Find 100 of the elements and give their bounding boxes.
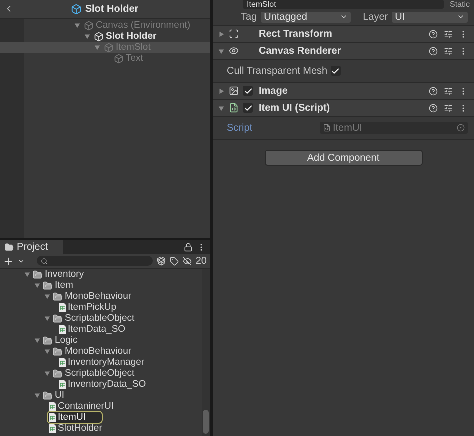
add-icon[interactable] xyxy=(3,256,14,266)
folder-icon xyxy=(33,270,43,280)
layer-label: Layer xyxy=(363,12,388,22)
foldout-arrow-icon[interactable] xyxy=(34,282,41,289)
preset-icon[interactable] xyxy=(444,104,453,112)
property-checkbox[interactable] xyxy=(330,66,341,76)
script-file-icon xyxy=(59,325,66,334)
static-label: Static xyxy=(450,0,470,9)
folder-icon xyxy=(53,368,63,378)
foldout-arrow-icon[interactable] xyxy=(94,44,101,51)
add-component-button[interactable]: Add Component xyxy=(264,150,422,166)
folder-icon xyxy=(53,292,63,302)
foldout-arrow-icon[interactable] xyxy=(218,104,225,112)
folder-icon xyxy=(43,280,53,290)
folder-item[interactable]: Item xyxy=(55,280,74,291)
script-file-icon xyxy=(49,424,56,433)
foldout-arrow-icon[interactable] xyxy=(84,33,91,40)
cube-icon xyxy=(114,54,124,64)
rect-transform-icon xyxy=(229,29,239,39)
dropdown-icon[interactable] xyxy=(18,258,25,264)
script-item[interactable]: ItemData_SO xyxy=(57,323,129,336)
folder-item[interactable]: UI xyxy=(55,390,64,401)
foldout-arrow-icon[interactable] xyxy=(74,22,81,29)
cube-icon xyxy=(104,42,114,52)
foldout-arrow-icon[interactable] xyxy=(44,293,51,300)
component-header[interactable]: Image xyxy=(213,83,474,100)
help-icon[interactable] xyxy=(429,104,438,112)
component-header[interactable]: Item UI (Script) xyxy=(213,100,474,117)
cube-icon xyxy=(84,20,94,30)
object-picker-icon[interactable] xyxy=(457,124,465,132)
property-label: Script xyxy=(227,122,254,134)
component-header[interactable]: Rect Transform xyxy=(213,26,474,43)
folder-item[interactable]: MonoBehaviour xyxy=(65,346,132,357)
preset-icon[interactable] xyxy=(444,30,453,38)
script-item[interactable]: InventoryManager xyxy=(57,356,148,369)
foldout-arrow-icon[interactable] xyxy=(44,315,51,322)
preset-icon[interactable] xyxy=(444,46,453,56)
script-file-icon xyxy=(49,402,56,411)
eye-icon xyxy=(229,46,239,56)
script-item[interactable]: SlotHolder xyxy=(47,422,106,435)
script-file-icon xyxy=(229,103,239,113)
foldout-arrow-icon[interactable] xyxy=(218,48,225,54)
foldout-arrow-icon[interactable] xyxy=(218,30,225,38)
enable-checkbox[interactable] xyxy=(243,103,253,113)
image-icon xyxy=(229,86,239,96)
foldout-arrow-icon[interactable] xyxy=(24,271,31,278)
name-field[interactable]: ItemSlot xyxy=(243,0,444,9)
script-file-icon xyxy=(323,124,331,132)
folder-item[interactable]: Logic xyxy=(55,335,78,346)
project-tab[interactable]: Project xyxy=(0,240,63,254)
scrollbar[interactable] xyxy=(202,269,210,436)
layer-dropdown[interactable]: UI xyxy=(392,12,468,22)
help-icon[interactable] xyxy=(429,86,438,96)
component-title: Rect Transform xyxy=(259,28,332,40)
foldout-arrow-icon[interactable] xyxy=(44,348,51,355)
script-file-icon xyxy=(59,358,66,367)
dropdown-icon xyxy=(457,13,465,21)
script-item[interactable]: InventoryData_SO xyxy=(57,378,150,391)
foldout-arrow-icon[interactable] xyxy=(218,88,225,94)
script-item[interactable]: ContaninerUI xyxy=(47,400,117,413)
hidden-count: 20 xyxy=(196,256,207,266)
component-title: Canvas Renderer xyxy=(259,46,342,56)
enable-checkbox[interactable] xyxy=(243,86,253,96)
hidden-icon[interactable] xyxy=(182,256,192,266)
search-icon xyxy=(41,258,48,264)
script-item[interactable]: ItemUI xyxy=(47,411,103,424)
folder-icon xyxy=(5,242,14,252)
script-item[interactable]: ItemPickUp xyxy=(57,301,120,314)
component-header[interactable]: Canvas Renderer xyxy=(213,43,474,60)
help-icon[interactable] xyxy=(429,46,438,56)
script-file-icon xyxy=(59,303,66,312)
help-icon[interactable] xyxy=(429,30,438,38)
folder-icon xyxy=(53,314,63,324)
foldout-arrow-icon[interactable] xyxy=(44,370,51,377)
folder-item[interactable]: Inventory xyxy=(45,269,84,280)
prefab-title: Slot Holder xyxy=(85,4,139,14)
folder-item[interactable]: MonoBehaviour xyxy=(65,291,132,302)
property-label: Cull Transparent Mesh xyxy=(227,66,328,76)
tag-icon[interactable] xyxy=(170,256,179,266)
preset-icon[interactable] xyxy=(444,86,453,96)
script-file-icon xyxy=(59,380,66,389)
folder-icon xyxy=(43,390,53,400)
cube-icon xyxy=(94,32,104,42)
dropdown-icon xyxy=(340,13,348,21)
folder-icon xyxy=(43,336,53,346)
tag-label: Tag xyxy=(241,12,258,22)
lock-icon[interactable] xyxy=(184,242,193,252)
filter-type-icon[interactable] xyxy=(156,256,166,266)
folder-icon xyxy=(53,346,63,356)
cube-icon xyxy=(71,4,82,14)
component-title: Image xyxy=(259,86,288,96)
search-field[interactable] xyxy=(37,256,153,266)
script-file-icon xyxy=(49,413,56,422)
foldout-arrow-icon[interactable] xyxy=(34,337,41,344)
hierarchy-item[interactable]: Slot Holder xyxy=(106,31,157,42)
tag-dropdown[interactable]: Untagged xyxy=(261,12,352,22)
component-title: Item UI (Script) xyxy=(259,102,330,114)
folder-item[interactable]: ScriptableObject xyxy=(65,368,135,379)
folder-item[interactable]: ScriptableObject xyxy=(65,313,135,324)
foldout-arrow-icon[interactable] xyxy=(34,392,41,399)
